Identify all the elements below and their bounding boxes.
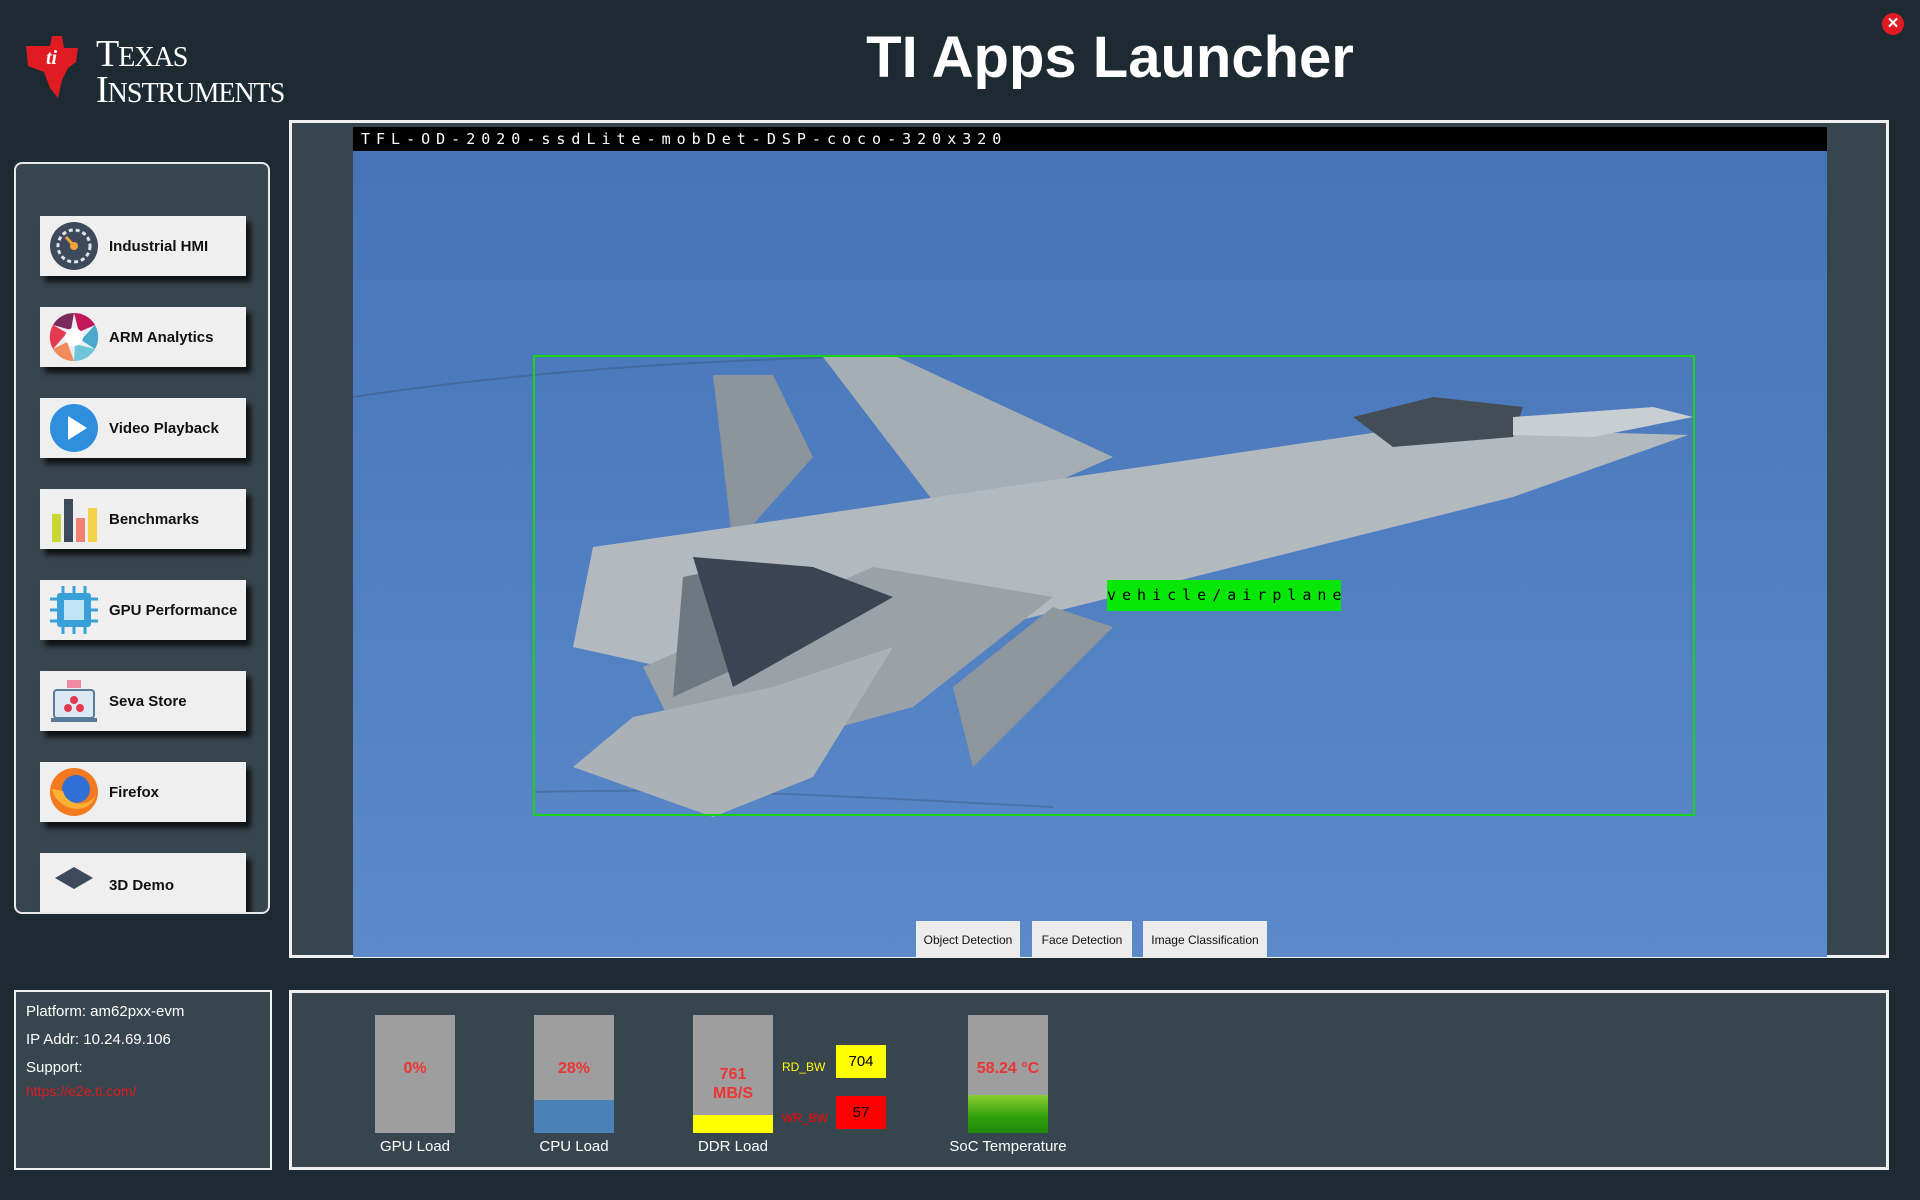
app-button-benchmarks[interactable]: Benchmarks [40, 489, 246, 549]
close-button[interactable]: ✕ [1882, 13, 1904, 35]
ddr-load-fill [693, 1115, 773, 1133]
face-detection-button[interactable]: Face Detection [1032, 921, 1132, 957]
app-label: ARM Analytics [109, 328, 214, 346]
speedometer-icon [49, 221, 99, 271]
rd-bw-label: RD_BW [782, 1060, 826, 1074]
ti-logo-icon: ti [26, 36, 78, 98]
app-button-industrial-hmi[interactable]: Industrial HMI [40, 216, 246, 276]
video-feed: TFL-OD-2020-ssdLite-mobDet-DSP-coco-320x… [353, 127, 1827, 957]
cpu-load-fill [534, 1099, 614, 1133]
platform-info: Platform: am62pxx-evm IP Addr: 10.24.69.… [14, 990, 272, 1170]
ddr-load-value: 761 MB/S [693, 1065, 773, 1103]
app-label: Seva Store [109, 692, 187, 710]
app-button-firefox[interactable]: Firefox [40, 762, 246, 822]
cpu-load-value: 28% [557, 1060, 591, 1077]
app-label: 3D Demo [109, 877, 175, 894]
play-icon [49, 403, 99, 453]
ddr-load-unit: MB/S [713, 1085, 753, 1102]
chip-icon [49, 585, 99, 635]
app-button-gpu-performance[interactable]: GPU Performance [40, 580, 246, 640]
aperture-icon [49, 312, 99, 362]
ddr-load-number: 761 [719, 1066, 747, 1083]
gpu-load-label: GPU Load [379, 1138, 451, 1155]
object-detection-button[interactable]: Object Detection [916, 921, 1020, 957]
ddr-load-label: DDR Load [697, 1138, 769, 1155]
ti-logo: ti Texas Instruments [22, 33, 322, 109]
soc-temp-value: 58.24 °C [976, 1060, 1040, 1077]
image-classification-button[interactable]: Image Classification [1143, 921, 1267, 957]
close-icon: ✕ [1886, 15, 1900, 32]
stats-panel: 0% GPU Load 28% CPU Load 761 MB/S DDR Loa… [289, 990, 1889, 1170]
store-icon [49, 676, 99, 726]
video-panel: TFL-OD-2020-ssdLite-mobDet-DSP-coco-320x… [289, 120, 1889, 958]
app-label: Benchmarks [109, 510, 200, 528]
bar-chart-icon [49, 494, 99, 544]
soc-temp-gauge: 58.24 °C [968, 1015, 1048, 1133]
support-link[interactable]: https://e2e.ti.com/ [26, 1082, 260, 1100]
cpu-load-label: CPU Load [539, 1138, 609, 1155]
app-label: Industrial HMI [109, 237, 209, 255]
app-button-3d-demo[interactable]: 3D Demo [40, 853, 246, 912]
cube-icon [49, 865, 99, 912]
logo-line-2: Instruments [96, 69, 285, 111]
logo-line-1: Texas [96, 33, 188, 75]
app-button-video-playback[interactable]: Video Playback [40, 398, 246, 458]
ip-address: IP Addr: 10.24.69.106 [26, 1031, 171, 1048]
cpu-load-gauge: 28% [534, 1015, 614, 1133]
gpu-load-value: 0% [403, 1060, 427, 1077]
rd-bw-value: 704 [836, 1045, 886, 1078]
app-label: GPU Performance [109, 601, 238, 619]
soc-temp-label: SoC Temperature [949, 1138, 1067, 1155]
detection-label: vehicle/airplane [1107, 580, 1342, 611]
app-label: Video Playback [109, 419, 219, 437]
app-sidebar[interactable]: Industrial HMI ARM Analytics Video Playb… [14, 162, 270, 914]
page-title: TI Apps Launcher [866, 25, 1354, 90]
wr-bw-label: WR_BW [782, 1111, 828, 1125]
model-name: TFL-OD-2020-ssdLite-mobDet-DSP-coco-320x… [353, 127, 1827, 151]
app-label: Firefox [109, 783, 160, 801]
firefox-icon [49, 767, 99, 817]
soc-temp-fill [968, 1095, 1048, 1133]
svg-text:ti: ti [46, 47, 58, 69]
support-label: Support: [26, 1059, 83, 1076]
wr-bw-value: 57 [836, 1096, 886, 1129]
ddr-load-gauge: 761 MB/S [693, 1015, 773, 1133]
app-button-seva-store[interactable]: Seva Store [40, 671, 246, 731]
gpu-load-gauge: 0% [375, 1015, 455, 1133]
app-button-arm-analytics[interactable]: ARM Analytics [40, 307, 246, 367]
platform-text: Platform: am62pxx-evm [26, 1003, 185, 1020]
